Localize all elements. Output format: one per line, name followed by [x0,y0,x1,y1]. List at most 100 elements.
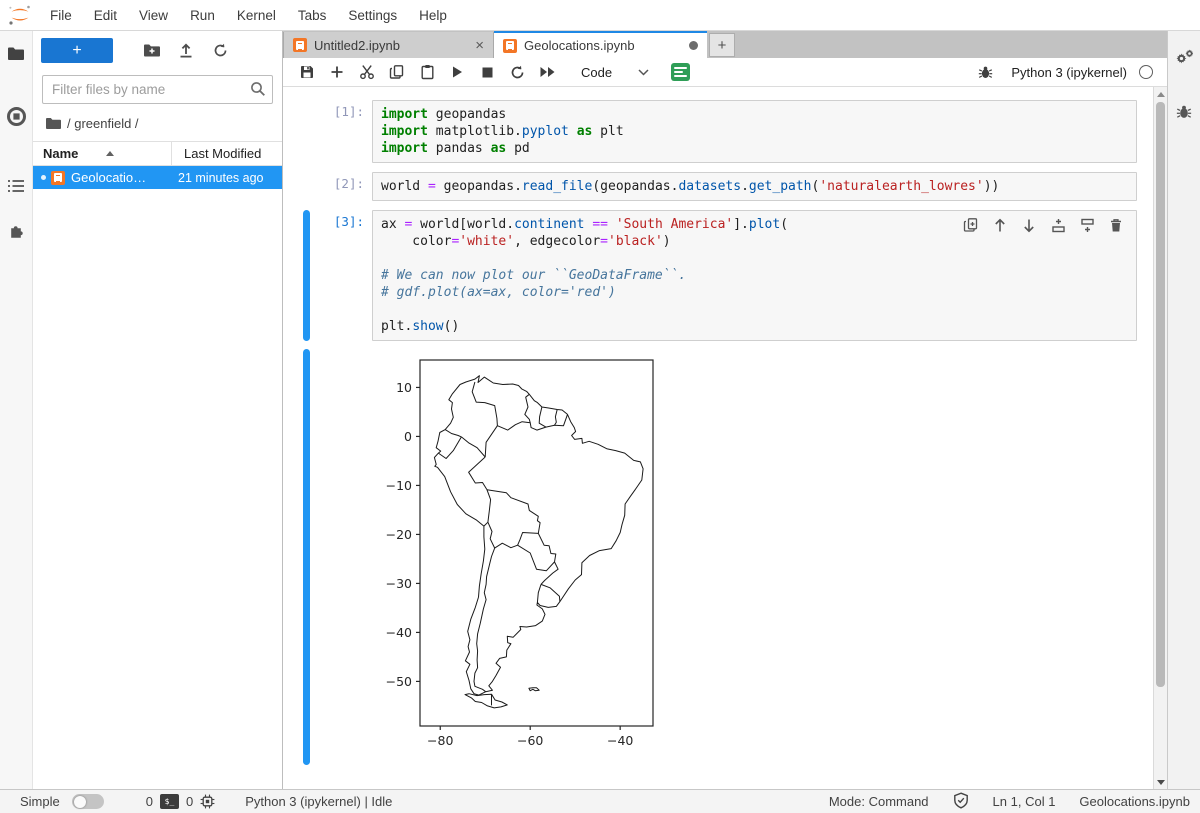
tab-geolocations[interactable]: Geolocations.ipynb [494,31,707,58]
restart-run-all-icon[interactable] [533,60,561,84]
cell-collapser[interactable] [303,172,310,201]
output-prompt [310,349,372,765]
kernel-status-text[interactable]: Python 3 (ipykernel) | Idle [245,794,392,809]
svg-text:10: 10 [396,380,412,395]
sort-ascending-icon [106,151,114,156]
tab-label: Geolocations.ipynb [524,38,635,53]
cell-type-select[interactable]: Code [575,63,655,82]
paste-icon[interactable] [413,60,441,84]
upload-icon[interactable] [169,40,203,62]
property-inspector-icon[interactable] [1168,39,1200,73]
stop-icon[interactable] [473,60,501,84]
kernel-chip-icon [200,794,215,809]
new-launcher-button[interactable]: + [41,38,113,63]
delete-cell-icon[interactable] [1106,215,1126,235]
breadcrumb[interactable]: / greenfield / [33,108,282,137]
menu-file[interactable]: File [39,3,83,28]
code-cell-1[interactable]: [1]: import geopandasimport matplotlib.p… [283,100,1149,163]
file-modified: 21 minutes ago [178,171,282,185]
breadcrumb-path: / greenfield / [67,116,139,131]
notebook-content: [1]: import geopandasimport matplotlib.p… [283,87,1167,789]
code-editor[interactable]: ax = world[world.continent == 'South Ame… [372,210,1137,341]
matplotlib-figure-south-america: 100−10−20−30−40−50−80−60−40 [374,353,1137,759]
trusted-shield-icon[interactable] [953,792,969,812]
scroll-up-icon[interactable] [1154,87,1168,101]
menu-tabs[interactable]: Tabs [287,3,338,28]
restart-kernel-icon[interactable] [503,60,531,84]
right-activity-bar [1167,31,1200,789]
code-editor[interactable]: world = geopandas.read_file(geopandas.da… [372,172,1137,201]
execution-prompt: [2]: [310,172,372,201]
active-cell-collapser[interactable] [303,210,310,341]
terminals-count[interactable]: 0 [146,794,153,809]
tab-untitled2[interactable]: Untitled2.ipynb × [283,32,494,58]
notebook-scrollbar[interactable] [1153,87,1167,789]
notebook-file-icon [293,38,307,52]
svg-text:−80: −80 [427,733,453,748]
copy-icon[interactable] [383,60,411,84]
menu-help[interactable]: Help [408,3,458,28]
cursor-position[interactable]: Ln 1, Col 1 [993,794,1056,809]
kernel-status-icon[interactable] [1139,65,1153,79]
filter-files [42,75,273,104]
kernel-name[interactable]: Python 3 (ipykernel) [1011,65,1127,80]
file-name: Geolocatio… [71,170,178,185]
notebook-file-icon [51,171,65,185]
extension-manager-icon[interactable] [0,213,33,247]
move-down-icon[interactable] [1019,215,1039,235]
scroll-down-icon[interactable] [1154,775,1168,789]
insert-cell-below-icon[interactable] [1077,215,1097,235]
new-folder-icon[interactable] [135,40,169,62]
unsaved-dot-icon[interactable] [689,41,698,50]
table-of-contents-icon[interactable] [0,169,33,203]
active-output-collapser[interactable] [303,349,310,765]
bug-icon[interactable] [971,60,999,84]
cell-collapser[interactable] [303,100,310,163]
code-cell-3-active[interactable]: [3]: ax = world[world.continent == 'Sout… [283,210,1149,341]
simple-mode-toggle[interactable] [72,794,104,809]
notebook-file-icon [503,39,517,53]
file-browser-panel: + / greenfield / [33,31,283,789]
tab-bar: Untitled2.ipynb × Geolocations.ipynb + [283,31,1167,58]
column-last-modified[interactable]: Last Modified [172,146,282,161]
scrollbar-thumb[interactable] [1156,102,1165,687]
menu-kernel[interactable]: Kernel [226,3,287,28]
output-cell: 100−10−20−30−40−50−80−60−40 [283,349,1149,765]
add-cell-icon[interactable] [323,60,351,84]
refresh-icon[interactable] [203,40,237,62]
chevron-down-icon [638,69,649,76]
file-list-header: Name Last Modified [33,141,282,166]
close-icon[interactable]: × [475,38,484,53]
new-tab-button[interactable]: + [709,33,735,57]
status-bar: Simple 0 $_ 0 Python 3 (ipykernel) | Idl… [0,789,1200,813]
run-icon[interactable] [443,60,471,84]
command-mode-indicator[interactable]: Mode: Command [829,794,929,809]
menu-run[interactable]: Run [179,3,226,28]
svg-text:−40: −40 [607,733,633,748]
running-kernels-icon[interactable] [0,99,33,133]
insert-cell-above-icon[interactable] [1048,215,1068,235]
svg-text:0: 0 [404,429,412,444]
menu-bar: File Edit View Run Kernel Tabs Settings … [0,0,1200,31]
move-up-icon[interactable] [990,215,1010,235]
svg-text:−30: −30 [386,576,412,591]
active-file-name: Geolocations.ipynb [1079,794,1190,809]
file-row-geolocations[interactable]: Geolocatio… 21 minutes ago [33,166,282,189]
code-editor[interactable]: import geopandasimport matplotlib.pyplot… [372,100,1137,163]
debugger-bug-icon[interactable] [1168,95,1200,129]
cut-icon[interactable] [353,60,381,84]
menu-settings[interactable]: Settings [337,3,408,28]
menu-view[interactable]: View [128,3,179,28]
code-cell-2[interactable]: [2]: world = geopandas.read_file(geopand… [283,172,1149,201]
search-icon [250,81,266,100]
svg-text:−50: −50 [386,674,412,689]
kernels-count[interactable]: 0 [186,794,193,809]
notebook-toolbar: Code Python 3 (ipykernel) [283,58,1167,87]
save-icon[interactable] [293,60,321,84]
menu-edit[interactable]: Edit [83,3,128,28]
green-list-extension-icon[interactable] [671,63,690,81]
duplicate-cell-icon[interactable] [961,215,981,235]
filter-files-input[interactable] [42,75,273,104]
column-name[interactable]: Name [33,142,172,165]
file-browser-icon[interactable] [0,37,33,71]
